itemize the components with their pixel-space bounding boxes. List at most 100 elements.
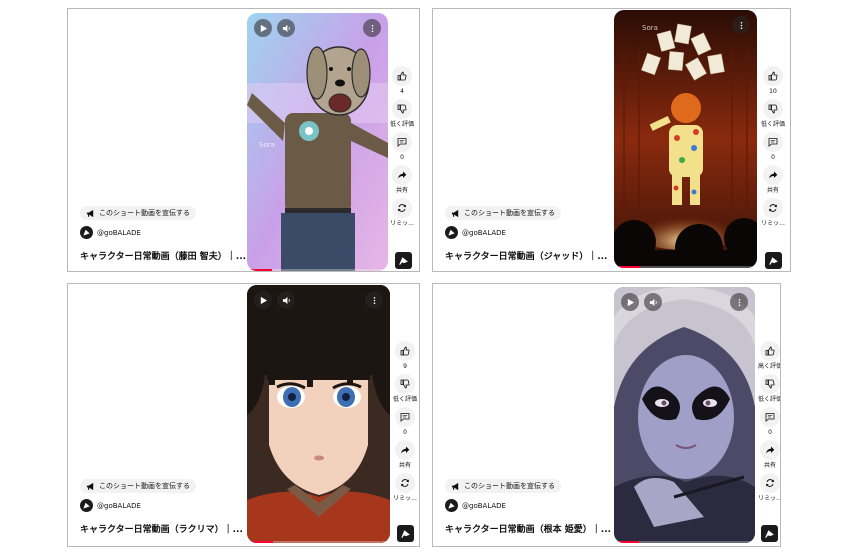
comment-button[interactable] (395, 407, 415, 427)
comment-icon (400, 413, 410, 422)
channel-avatar-icon (80, 226, 93, 239)
comment-count: 0 (768, 429, 772, 436)
more-options-button[interactable] (365, 291, 383, 309)
short-title[interactable]: キャラクター日常動画（根本 姫愛）｜... (445, 522, 611, 535)
short-title[interactable]: キャラクター日常動画（ジャッド）｜... (445, 249, 607, 262)
sound-button[interactable] (765, 252, 782, 269)
video-progress-bar[interactable] (247, 269, 388, 271)
thumb-down-icon (400, 379, 410, 389)
megaphone-icon (86, 482, 94, 490)
share-button[interactable] (760, 440, 780, 460)
promote-label: このショート動画を宣伝する (464, 482, 555, 490)
share-icon (401, 446, 410, 454)
video-player-4[interactable] (614, 287, 755, 543)
sound-button[interactable] (761, 525, 778, 542)
remix-icon (401, 479, 409, 487)
sound-button[interactable] (397, 525, 414, 542)
dislike-button[interactable] (763, 99, 783, 119)
like-count: 10 (769, 88, 777, 95)
play-button[interactable] (254, 291, 272, 309)
sound-thumbnail-icon (769, 257, 778, 266)
video-progress-bar[interactable] (614, 266, 757, 268)
share-label: 共有 (398, 462, 411, 469)
video-progress-bar[interactable] (247, 541, 390, 543)
dislike-button[interactable] (760, 374, 780, 394)
share-button[interactable] (763, 165, 783, 185)
promote-short-button[interactable]: このショート動画を宣伝する (80, 206, 196, 220)
share-icon (766, 446, 775, 454)
remix-button[interactable] (392, 198, 412, 218)
dislike-label: 低く評価 (392, 396, 417, 403)
sound-thumbnail-icon (401, 530, 410, 539)
more-options-button[interactable] (732, 16, 750, 34)
dislike-button[interactable] (395, 374, 415, 394)
action-column-3: 9 低く評価 0 共有 リミッ... (390, 341, 419, 506)
share-button[interactable] (395, 440, 415, 460)
comment-icon (768, 138, 778, 147)
promote-label: このショート動画を宣伝する (99, 482, 190, 490)
remix-button[interactable] (760, 473, 780, 493)
dislike-label: 低く評価 (760, 121, 785, 128)
short-card-1: Sora 4 低く評価 0 共有 リミッ... このショート動画を宣伝する @g… (67, 8, 420, 272)
share-button[interactable] (392, 165, 412, 185)
comment-count: 0 (403, 429, 407, 436)
dislike-label: 低く評価 (389, 121, 414, 128)
thumb-down-icon (397, 104, 407, 114)
sound-button[interactable] (395, 252, 412, 269)
more-options-button[interactable] (363, 19, 381, 37)
short-card-3: 9 低く評価 0 共有 リミッ... このショート動画を宣伝する @goBALA… (67, 283, 420, 547)
video-player-1[interactable]: Sora (247, 13, 388, 271)
video-progress-bar[interactable] (614, 541, 755, 543)
more-vert-icon (738, 298, 740, 306)
promote-short-button[interactable]: このショート動画を宣伝する (445, 206, 561, 220)
like-button[interactable] (763, 66, 783, 86)
video-frame-3 (247, 285, 390, 543)
remix-label: リミッ... (390, 220, 414, 227)
volume-button[interactable] (277, 19, 295, 37)
channel-link[interactable]: @goBALADE (80, 499, 141, 512)
volume-button[interactable] (277, 291, 295, 309)
share-label: 共有 (395, 187, 408, 194)
more-vert-icon (371, 24, 373, 32)
sora-watermark-2: Sora (642, 24, 658, 32)
dislike-button[interactable] (392, 99, 412, 119)
share-icon (769, 171, 778, 179)
video-player-2[interactable]: Sora (614, 10, 757, 268)
channel-name: @goBALADE (97, 501, 141, 510)
channel-name: @goBALADE (97, 228, 141, 237)
short-title[interactable]: キャラクター日常動画（ラクリマ）｜... (80, 522, 243, 535)
short-title[interactable]: キャラクター日常動画（藤田 智夫）｜... (80, 249, 246, 262)
play-button[interactable] (254, 19, 272, 37)
volume-button[interactable] (644, 293, 662, 311)
channel-link[interactable]: @goBALADE (445, 226, 506, 239)
remix-button[interactable] (763, 198, 783, 218)
remix-button[interactable] (395, 473, 415, 493)
channel-link[interactable]: @goBALADE (80, 226, 141, 239)
action-column-1: 4 低く評価 0 共有 リミッ... (387, 66, 417, 231)
thumb-up-icon (765, 346, 775, 356)
channel-avatar-icon (80, 499, 93, 512)
remix-label: リミッ... (761, 220, 785, 227)
thumb-up-icon (768, 71, 778, 81)
more-options-button[interactable] (730, 293, 748, 311)
like-count: 4 (400, 88, 404, 95)
remix-label: リミッ... (758, 495, 781, 502)
short-card-2: Sora 10 低く評価 0 共有 リミッ... このショート動画を宣伝する @… (432, 8, 791, 272)
channel-name: @goBALADE (462, 228, 506, 237)
comment-button[interactable] (760, 407, 780, 427)
comment-button[interactable] (763, 132, 783, 152)
promote-short-button[interactable]: このショート動画を宣伝する (445, 479, 561, 493)
like-count: 9 (403, 363, 407, 370)
like-button[interactable] (760, 341, 780, 361)
promote-short-button[interactable]: このショート動画を宣伝する (80, 479, 196, 493)
video-player-3[interactable] (247, 285, 390, 543)
like-button[interactable] (395, 341, 415, 361)
play-button[interactable] (621, 293, 639, 311)
thumb-up-icon (400, 346, 410, 356)
remix-label: リミッ... (393, 495, 417, 502)
comment-button[interactable] (392, 132, 412, 152)
like-button[interactable] (392, 66, 412, 86)
channel-link[interactable]: @goBALADE (445, 499, 506, 512)
megaphone-icon (451, 482, 459, 490)
thumb-down-icon (765, 379, 775, 389)
